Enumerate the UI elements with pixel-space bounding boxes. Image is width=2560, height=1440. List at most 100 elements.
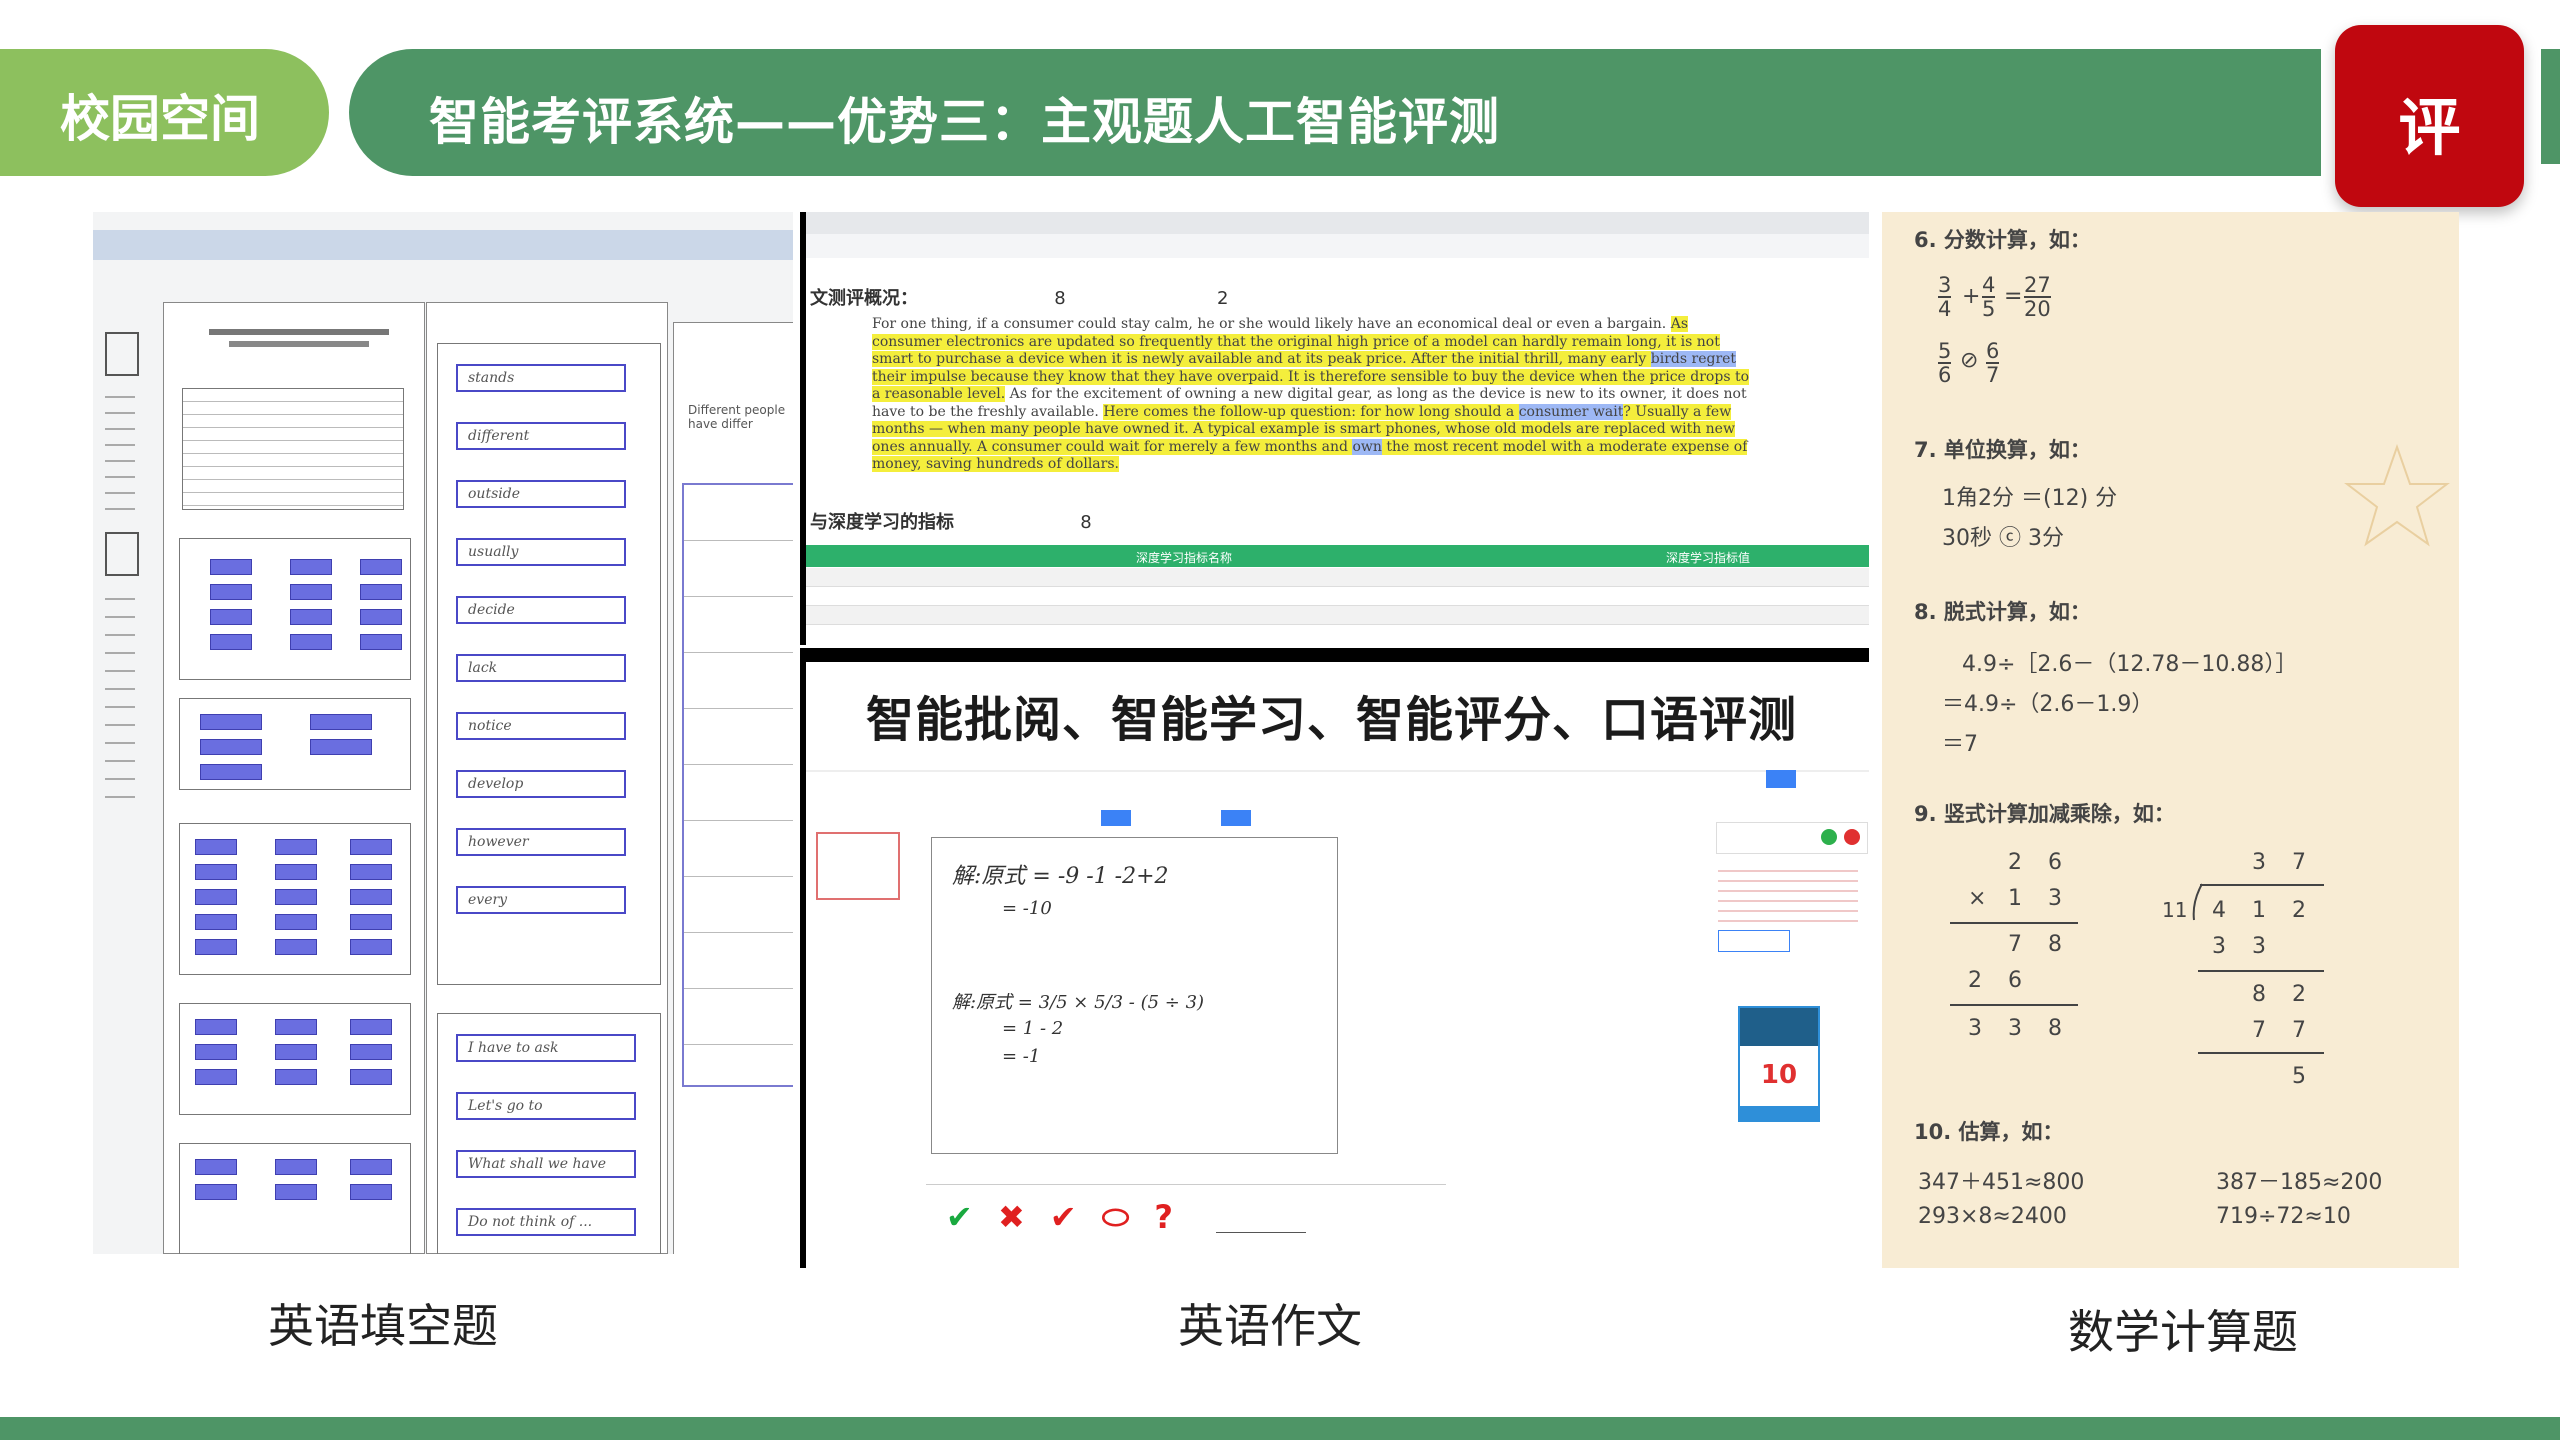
math-calculation-panel: 6. 分数计算，如： 34 + 45 = 27 20 56 ⊘ 67 7. 单位换… (1882, 212, 2459, 1268)
math-line: ＝4.9÷（2.6－1.9） (1942, 692, 2154, 717)
submit-button[interactable] (1766, 770, 1796, 788)
work-line: = -1 (1002, 1046, 1041, 1067)
metrics-row (806, 606, 1869, 625)
score-card-footer (1740, 1106, 1818, 1120)
blank-answer: lack (456, 654, 626, 682)
marking-toolbar: ✔ ✖ ✔ ⬭ ? (946, 1198, 1173, 1237)
section-tag: 校园空间 (0, 49, 329, 176)
deep-learning-score: 8 (1080, 512, 1092, 533)
metrics-col-value: 深度学习指标值 (1666, 551, 1751, 565)
section-fractions-heading: 6. 分数计算，如： (1914, 228, 2091, 252)
blank-answer: stands (456, 364, 626, 392)
fraction: 67 (1986, 339, 2000, 387)
mark-note-line (1216, 1232, 1306, 1233)
work-line: = -10 (1002, 898, 1052, 919)
answer-sheet-column-2: stands different outside usually decide … (426, 302, 668, 1254)
badge-label: 评 (2398, 91, 2461, 164)
essay-overview-score: 8 (1054, 288, 1066, 309)
section-vertical-heading: 9. 竖式计算加减乘除，如： (1914, 802, 2175, 826)
title-bar-end (2541, 49, 2560, 164)
essay-phrase-highlight: own (1352, 438, 1382, 455)
math-line: 719÷72≈10 (2216, 1204, 2351, 1229)
grading-toolbar-divider (806, 770, 1869, 772)
instructions-box (182, 388, 404, 510)
work-line: 解:原式 = 3/5 × 5/3 - (5 ÷ 3) (952, 992, 1205, 1013)
blank-answer: outside (456, 480, 626, 508)
section-stepwise-heading: 8. 脱式计算，如： (1914, 600, 2091, 624)
choice-block-5 (179, 1143, 411, 1254)
english-fill-blank-screenshot: stands different outside usually decide … (93, 212, 793, 1254)
view-toggle[interactable] (1101, 810, 1131, 826)
check-mark-icon[interactable]: ✔ (946, 1198, 973, 1236)
half-check-icon[interactable]: ✔ (1050, 1198, 1077, 1236)
choice-block-3 (179, 823, 411, 975)
caption-english-essay: 英语作文 (1178, 1299, 1362, 1353)
zoom-button[interactable] (1221, 810, 1251, 826)
question-mark-icon[interactable]: ? (1154, 1198, 1173, 1236)
metrics-row (806, 587, 1869, 606)
sheet-margin (101, 282, 139, 1182)
math-line: ＝7 (1942, 732, 1978, 757)
math-line: 293×8≈2400 (1918, 1204, 2067, 1229)
intelligent-grading-screenshot: 智能批阅、智能学习、智能评分、口语评测 解:原式 = -9 -1 -2+2 = … (800, 648, 1869, 1268)
equals-sign: = (2004, 284, 2023, 309)
section-estimate-heading: 10. 估算，如： (1914, 1120, 2064, 1144)
essay-overview-heading: 文测评概况： 8 2 (810, 284, 1228, 310)
plus-sign: + (1962, 284, 1981, 309)
essay-segment: For one thing, if a consumer could stay … (872, 316, 1671, 332)
page-thumbnail[interactable] (816, 832, 900, 900)
score-card-header (1740, 1008, 1818, 1046)
english-essay-screenshot: 文测评概况： 8 2 For one thing, if a consumer … (800, 212, 1869, 645)
metrics-col-name: 深度学习指标名称 (1136, 551, 1233, 565)
metrics-table-header: 深度学习指标名称 深度学习指标值 (806, 545, 1869, 567)
essay-highlight: Here comes the follow-up question: for h… (1103, 403, 1519, 420)
circle-mark-icon[interactable]: ⬭ (1102, 1198, 1129, 1236)
cross-mark-icon[interactable]: ✖ (998, 1198, 1025, 1236)
comparison-sign: ⊘ (1960, 348, 1979, 373)
sentence-answer: Let's go to (456, 1092, 636, 1120)
work-line: = 1 - 2 (1002, 1018, 1064, 1039)
sentence-answer: Do not think of ... (456, 1208, 636, 1236)
math-line: 1角2分 ＝(12) 分 (1942, 486, 2118, 511)
math-line: 387－185≈200 (2216, 1170, 2383, 1195)
essay-phrase-highlight: birds regret (1650, 351, 1737, 367)
answer-sheet-column-3: Different people have differ (673, 322, 793, 1254)
section-units-heading: 7. 单位换算，如： (1914, 438, 2091, 462)
deep-learning-label: 与深度学习的指标 (810, 512, 954, 533)
footer-bar (0, 1417, 2560, 1440)
fraction: 27 20 (2024, 273, 2051, 321)
marks-toolbar-divider (926, 1184, 1446, 1185)
essay-overview-label: 文测评概况： (810, 288, 918, 309)
choice-block-2 (179, 698, 411, 790)
work-line: 解:原式 = -9 -1 -2+2 (952, 864, 1169, 889)
sentence-answer: What shall we have (456, 1150, 636, 1178)
blank-answer: decide (456, 596, 626, 624)
writing-area (682, 483, 793, 1087)
blank-answer: however (456, 828, 626, 856)
slide-title: 智能考评系统——优势三：主观题人工智能评测 (429, 93, 1500, 151)
section-tag-label: 校园空间 (60, 90, 260, 148)
math-line: 347＋451≈800 (1918, 1170, 2085, 1195)
fraction: 34 (1938, 273, 1952, 321)
blank-answer: different (456, 422, 626, 450)
blank-answer: notice (456, 712, 626, 740)
caption-math: 数学计算题 (2068, 1305, 2298, 1359)
confirm-icon[interactable] (1821, 829, 1837, 845)
sentence-answer: I have to ask (456, 1034, 636, 1062)
comment-field[interactable] (1718, 930, 1790, 952)
blank-answers-block: stands different outside usually decide … (437, 343, 661, 985)
math-line: 30秒 ⓒ 3分 (1942, 526, 2064, 551)
score-card: 10 (1738, 1006, 1820, 1122)
choice-block-1 (179, 538, 411, 680)
answer-sheet-column-1 (163, 302, 425, 1254)
evaluation-badge: 评 (2335, 25, 2524, 207)
title-bar: 智能考评系统——优势三：主观题人工智能评测 (349, 49, 2321, 176)
feedback-text (1718, 862, 1858, 922)
student-work-area: 解:原式 = -9 -1 -2+2 = -10 解:原式 = 3/5 × 5/3… (931, 837, 1338, 1154)
grading-headline: 智能批阅、智能学习、智能评分、口语评测 (866, 692, 1798, 748)
deep-learning-heading: 与深度学习的指标 8 (810, 508, 1092, 534)
sentence-answers-block: I have to ask Let's go to What shall we … (437, 1013, 661, 1254)
essay-overview-score-2: 2 (1217, 288, 1229, 309)
reject-icon[interactable] (1844, 829, 1860, 845)
blank-answer: usually (456, 538, 626, 566)
